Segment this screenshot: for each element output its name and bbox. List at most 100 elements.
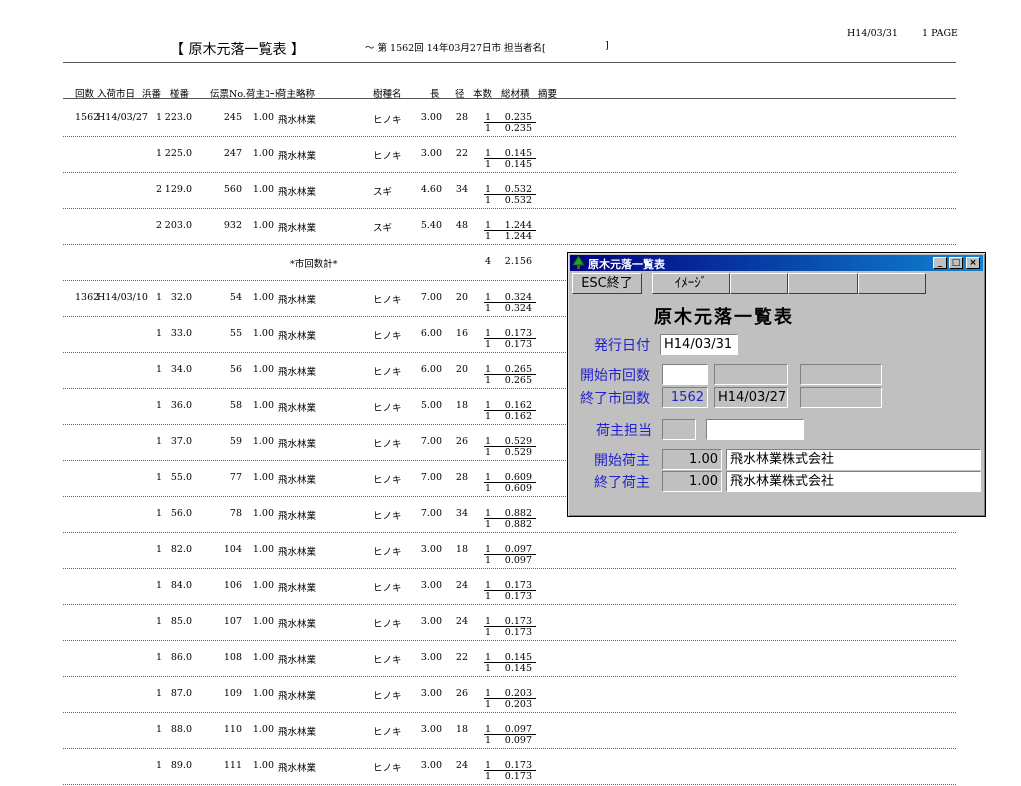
subtotal-qty: 4 [484, 256, 491, 267]
row-qty-total: 1 [484, 339, 491, 350]
row-pile-no: 129.0 [164, 184, 192, 195]
row-pile-no: 225.0 [164, 148, 192, 159]
end-shipper-code-field[interactable]: 1.00 [662, 471, 722, 492]
print-date: H14/03/31 [847, 28, 898, 39]
shipper-staff-name-field[interactable] [706, 419, 804, 440]
maximize-button[interactable]: □ [949, 257, 963, 269]
row-sum-underline [484, 194, 536, 195]
row-pile-no: 37.0 [170, 436, 192, 447]
row-shipper-code: 1.00 [252, 616, 274, 627]
row-shipper-name: 飛水林業 [278, 295, 317, 306]
row-shipper-name: 飛水林業 [278, 331, 317, 342]
row-shipper-code: 1.00 [252, 292, 274, 303]
issue-date-label: 発行日付 [594, 338, 650, 354]
row-diameter: 28 [455, 112, 468, 123]
row-diameter: 18 [455, 400, 468, 411]
minimize-button[interactable]: _ [933, 257, 947, 269]
row-length: 3.00 [420, 616, 442, 627]
row-diameter: 16 [455, 328, 468, 339]
row-hama: 1 [155, 760, 162, 771]
row-qty-total: 1 [484, 699, 491, 710]
row-separator [63, 136, 956, 137]
row-diameter: 26 [455, 436, 468, 447]
header-rule-bottom [63, 98, 956, 99]
row-pile-no: 84.0 [170, 580, 192, 591]
row-shipper-code: 1.00 [252, 148, 274, 159]
issue-date-field[interactable]: H14/03/31 [660, 334, 738, 355]
row-slip-no: 247 [223, 148, 242, 159]
row-diameter: 34 [455, 184, 468, 195]
row-shipper-code: 1.00 [252, 544, 274, 555]
row-volume-total: 0.529 [504, 447, 532, 458]
row-diameter: 22 [455, 148, 468, 159]
row-qty-total: 1 [484, 123, 491, 134]
row-species: スギ [373, 223, 393, 234]
toolbar-button-3[interactable] [730, 273, 788, 294]
row-pile-no: 86.0 [170, 652, 192, 663]
start-date-field [714, 364, 788, 385]
row-species: ヒノキ [373, 763, 402, 774]
row-sum-underline [484, 122, 536, 123]
image-button[interactable]: ｲﾒｰｼﾞ [652, 273, 730, 294]
row-diameter: 22 [455, 652, 468, 663]
row-species: ヒノキ [373, 511, 402, 522]
row-length: 7.00 [420, 292, 442, 303]
row-slip-no: 58 [229, 400, 242, 411]
row-volume-total: 0.145 [504, 159, 532, 170]
shipper-staff-label: 荷主担当 [596, 423, 652, 439]
row-hama: 1 [155, 616, 162, 627]
dialog-titlebar[interactable]: 原木元落一覧表 _ □ × [570, 255, 983, 271]
row-separator [63, 604, 956, 605]
row-species: ヒノキ [373, 331, 402, 342]
row-volume-total: 0.145 [504, 663, 532, 674]
toolbar-button-4[interactable] [788, 273, 858, 294]
row-slip-no: 107 [223, 616, 242, 627]
start-count-field[interactable] [662, 364, 708, 385]
row-shipper-code: 1.00 [252, 400, 274, 411]
header-rule-top [63, 62, 956, 63]
row-shipper-name: 飛水林業 [278, 547, 317, 558]
row-diameter: 24 [455, 580, 468, 591]
row-diameter: 24 [455, 760, 468, 771]
row-pile-no: 55.0 [170, 472, 192, 483]
row-separator [63, 676, 956, 677]
row-pile-no: 85.0 [170, 616, 192, 627]
row-shipper-code: 1.00 [252, 112, 274, 123]
row-species: ヒノキ [373, 403, 402, 414]
row-species: ヒノキ [373, 475, 402, 486]
row-diameter: 18 [455, 544, 468, 555]
end-count-field[interactable]: 1562 [662, 387, 708, 408]
row-hama: 1 [155, 364, 162, 375]
page-number: 1 PAGE [922, 28, 958, 39]
row-pile-no: 82.0 [170, 544, 192, 555]
shipper-staff-code-field[interactable] [662, 419, 696, 440]
start-shipper-code-field[interactable]: 1.00 [662, 449, 722, 470]
row-hama: 1 [155, 724, 162, 735]
close-button[interactable]: × [966, 257, 980, 269]
row-sum-underline [484, 590, 536, 591]
toolbar-button-5[interactable] [858, 273, 926, 294]
row-sum-underline [484, 446, 536, 447]
row-shipper-code: 1.00 [252, 580, 274, 591]
row-length: 3.00 [420, 580, 442, 591]
row-length: 3.00 [420, 688, 442, 699]
row-qty-total: 1 [484, 447, 491, 458]
row-hama: 1 [155, 544, 162, 555]
row-pile-no: 88.0 [170, 724, 192, 735]
row-shipper-name: 飛水林業 [278, 439, 317, 450]
row-sum-underline [484, 338, 536, 339]
esc-exit-button[interactable]: ESC終了 [572, 273, 642, 294]
row-diameter: 48 [455, 220, 468, 231]
row-species: ヒノキ [373, 295, 402, 306]
row-slip-no: 109 [223, 688, 242, 699]
row-species: ヒノキ [373, 151, 402, 162]
row-species: ヒノキ [373, 547, 402, 558]
end-shipper-name-field: 飛水林業株式会社 [726, 471, 981, 492]
row-length: 3.00 [420, 724, 442, 735]
row-sum-underline [484, 626, 536, 627]
end-shipper-label: 終了荷主 [594, 475, 650, 491]
row-volume-total: 0.162 [504, 411, 532, 422]
row-species: ヒノキ [373, 727, 402, 738]
row-length: 6.00 [420, 364, 442, 375]
row-hama: 1 [155, 292, 162, 303]
